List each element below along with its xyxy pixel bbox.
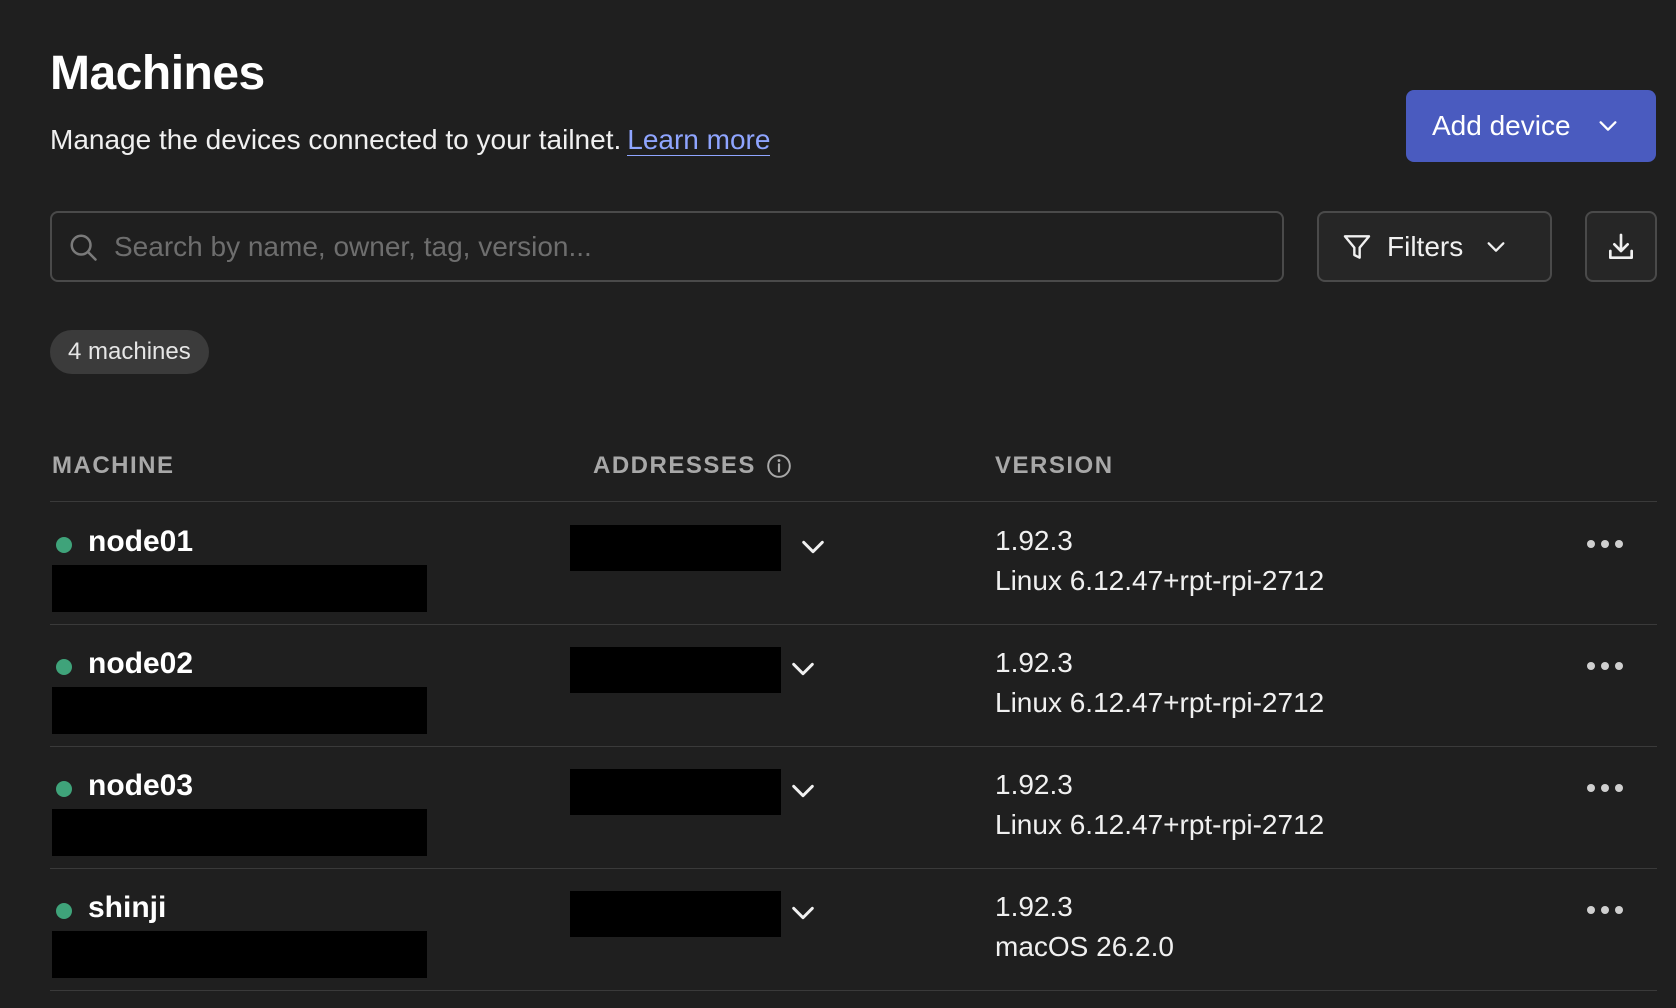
version-number: 1.92.3 bbox=[995, 525, 1073, 556]
chevron-down-icon bbox=[1487, 241, 1505, 252]
version-number: 1.92.3 bbox=[995, 891, 1073, 922]
column-header-machine[interactable]: MACHINE bbox=[52, 452, 175, 480]
page-title: Machines bbox=[50, 47, 265, 100]
more-icon-dot bbox=[1615, 662, 1623, 670]
os-version: Linux 6.12.47+rpt-rpi-2712 bbox=[995, 687, 1325, 718]
more-icon-dot bbox=[1601, 784, 1609, 792]
redacted-address bbox=[570, 525, 781, 571]
redacted-owner bbox=[52, 565, 427, 612]
version-number: 1.92.3 bbox=[995, 647, 1073, 678]
more-icon-dot bbox=[1615, 540, 1623, 548]
redacted-address bbox=[570, 769, 781, 815]
machine-name[interactable]: shinji bbox=[88, 891, 166, 925]
online-status-dot bbox=[56, 781, 72, 797]
version-number: 1.92.3 bbox=[995, 769, 1073, 800]
more-icon-dot bbox=[1601, 662, 1609, 670]
chevron-down-icon[interactable] bbox=[789, 655, 817, 683]
more-icon-dot bbox=[1601, 540, 1609, 548]
redacted-owner bbox=[52, 931, 427, 978]
machine-name[interactable]: node03 bbox=[88, 769, 193, 803]
learn-more-link[interactable]: Learn more bbox=[627, 124, 771, 156]
filters-button[interactable]: Filters bbox=[1317, 211, 1552, 282]
add-device-button[interactable]: Add device bbox=[1406, 90, 1656, 162]
search-icon bbox=[70, 234, 97, 261]
more-icon-dot bbox=[1601, 906, 1609, 914]
row-more-button[interactable] bbox=[1580, 529, 1630, 559]
column-header-addresses[interactable]: ADDRESSES bbox=[593, 452, 792, 480]
filter-icon bbox=[1343, 234, 1371, 259]
redacted-address bbox=[570, 647, 781, 693]
machine-name[interactable]: node01 bbox=[88, 525, 193, 559]
chevron-down-icon bbox=[1599, 121, 1617, 131]
machine-count-badge: 4 machines bbox=[50, 330, 209, 374]
online-status-dot bbox=[56, 537, 72, 553]
table-row[interactable]: node02 1.92.3 Linux 6.12.47+rpt-rpi-2712 bbox=[50, 625, 1657, 747]
table-row[interactable]: node01 1.92.3 Linux 6.12.47+rpt-rpi-2712 bbox=[50, 503, 1657, 625]
chevron-down-icon[interactable] bbox=[799, 533, 827, 561]
more-icon-dot bbox=[1615, 906, 1623, 914]
column-header-version[interactable]: VERSION bbox=[995, 452, 1114, 480]
column-header-version-label: VERSION bbox=[995, 452, 1114, 479]
page-subtitle: Manage the devices connected to your tai… bbox=[50, 124, 771, 156]
redacted-owner bbox=[52, 687, 427, 734]
table-row[interactable]: shinji 1.92.3 macOS 26.2.0 bbox=[50, 869, 1657, 991]
redacted-owner bbox=[52, 809, 427, 856]
os-version: Linux 6.12.47+rpt-rpi-2712 bbox=[995, 809, 1325, 840]
machines-page: Machines Manage the devices connected to… bbox=[0, 0, 1676, 1008]
info-icon[interactable] bbox=[766, 453, 792, 479]
row-more-button[interactable] bbox=[1580, 651, 1630, 681]
subtitle-text: Manage the devices connected to your tai… bbox=[50, 124, 622, 155]
column-header-machine-label: MACHINE bbox=[52, 452, 175, 479]
table-row[interactable]: node03 1.92.3 Linux 6.12.47+rpt-rpi-2712 bbox=[50, 747, 1657, 869]
more-icon-dot bbox=[1587, 784, 1595, 792]
chevron-down-icon[interactable] bbox=[789, 777, 817, 805]
chevron-down-icon[interactable] bbox=[789, 899, 817, 927]
column-header-addresses-label: ADDRESSES bbox=[593, 452, 756, 479]
download-icon bbox=[1609, 233, 1633, 259]
row-more-button[interactable] bbox=[1580, 895, 1630, 925]
search-input[interactable] bbox=[114, 230, 1214, 263]
row-more-button[interactable] bbox=[1580, 773, 1630, 803]
more-icon-dot bbox=[1587, 906, 1595, 914]
more-icon-dot bbox=[1587, 540, 1595, 548]
export-button[interactable] bbox=[1585, 211, 1657, 282]
filters-label: Filters bbox=[1387, 230, 1464, 262]
table-header: MACHINE ADDRESSES VERSION bbox=[50, 452, 1657, 502]
os-version: macOS 26.2.0 bbox=[995, 931, 1174, 962]
search-box bbox=[50, 211, 1284, 282]
online-status-dot bbox=[56, 903, 72, 919]
os-version: Linux 6.12.47+rpt-rpi-2712 bbox=[995, 565, 1325, 596]
add-device-label: Add device bbox=[1432, 110, 1571, 141]
redacted-address bbox=[570, 891, 781, 937]
machine-name[interactable]: node02 bbox=[88, 647, 193, 681]
more-icon-dot bbox=[1587, 662, 1595, 670]
online-status-dot bbox=[56, 659, 72, 675]
more-icon-dot bbox=[1615, 784, 1623, 792]
